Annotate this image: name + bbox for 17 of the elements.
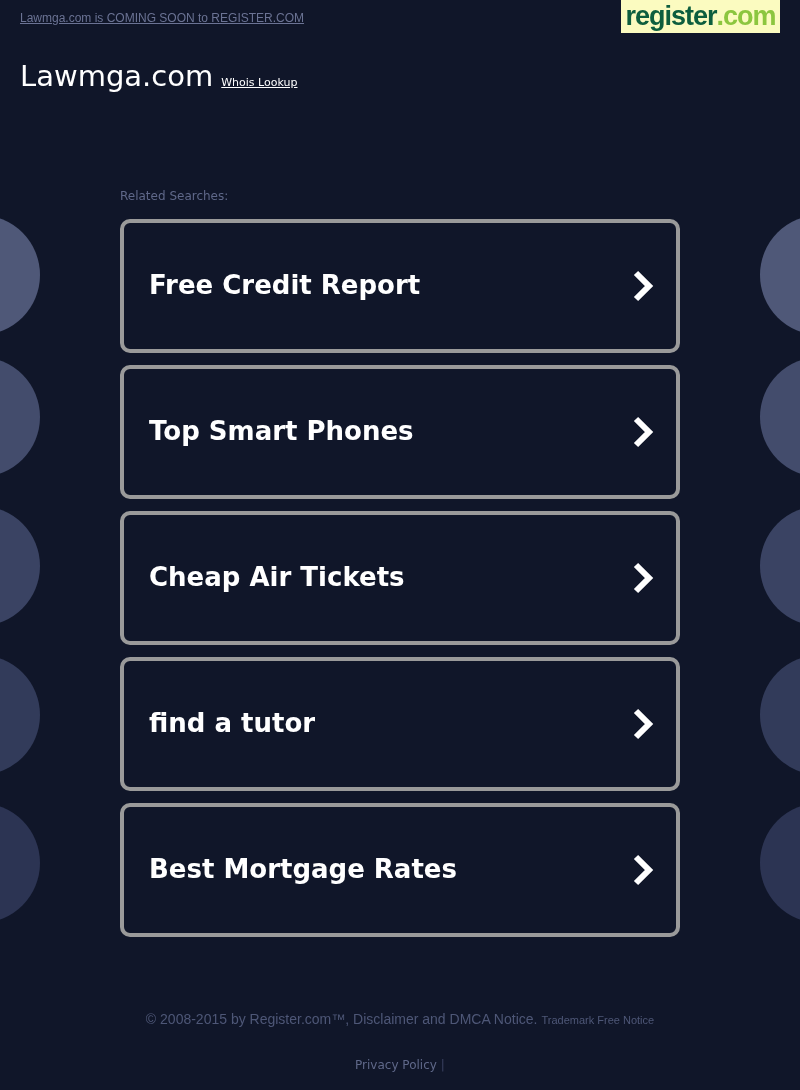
whois-link[interactable]: Whois Lookup (221, 75, 298, 92)
chevron-right-icon (632, 269, 654, 302)
chevron-right-icon (632, 415, 654, 448)
coming-soon-link[interactable]: Lawmga.com is COMING SOON to REGISTER.COM (20, 9, 305, 27)
search-link[interactable]: Free Credit Report (120, 218, 680, 353)
search-link[interactable]: Cheap Air Tickets (120, 510, 680, 645)
search-link[interactable]: Best Mortgage Rates (120, 802, 680, 937)
chevron-right-icon (632, 707, 654, 740)
chevron-right-icon (632, 853, 654, 886)
register-logo[interactable]: register.com (621, 0, 780, 33)
chevron-right-icon (632, 561, 654, 594)
site-title: Lawmga.com (20, 58, 214, 95)
copyright-text: © 2008-2015 by Register.com™, Disclaimer and DMCA Notice. (145, 1009, 538, 1029)
search-link[interactable]: find a tutor (120, 656, 680, 791)
related-heading: Related Searches: (120, 187, 230, 205)
search-link[interactable]: Top Smart Phones (120, 364, 680, 499)
separator-text: | (440, 1056, 445, 1074)
